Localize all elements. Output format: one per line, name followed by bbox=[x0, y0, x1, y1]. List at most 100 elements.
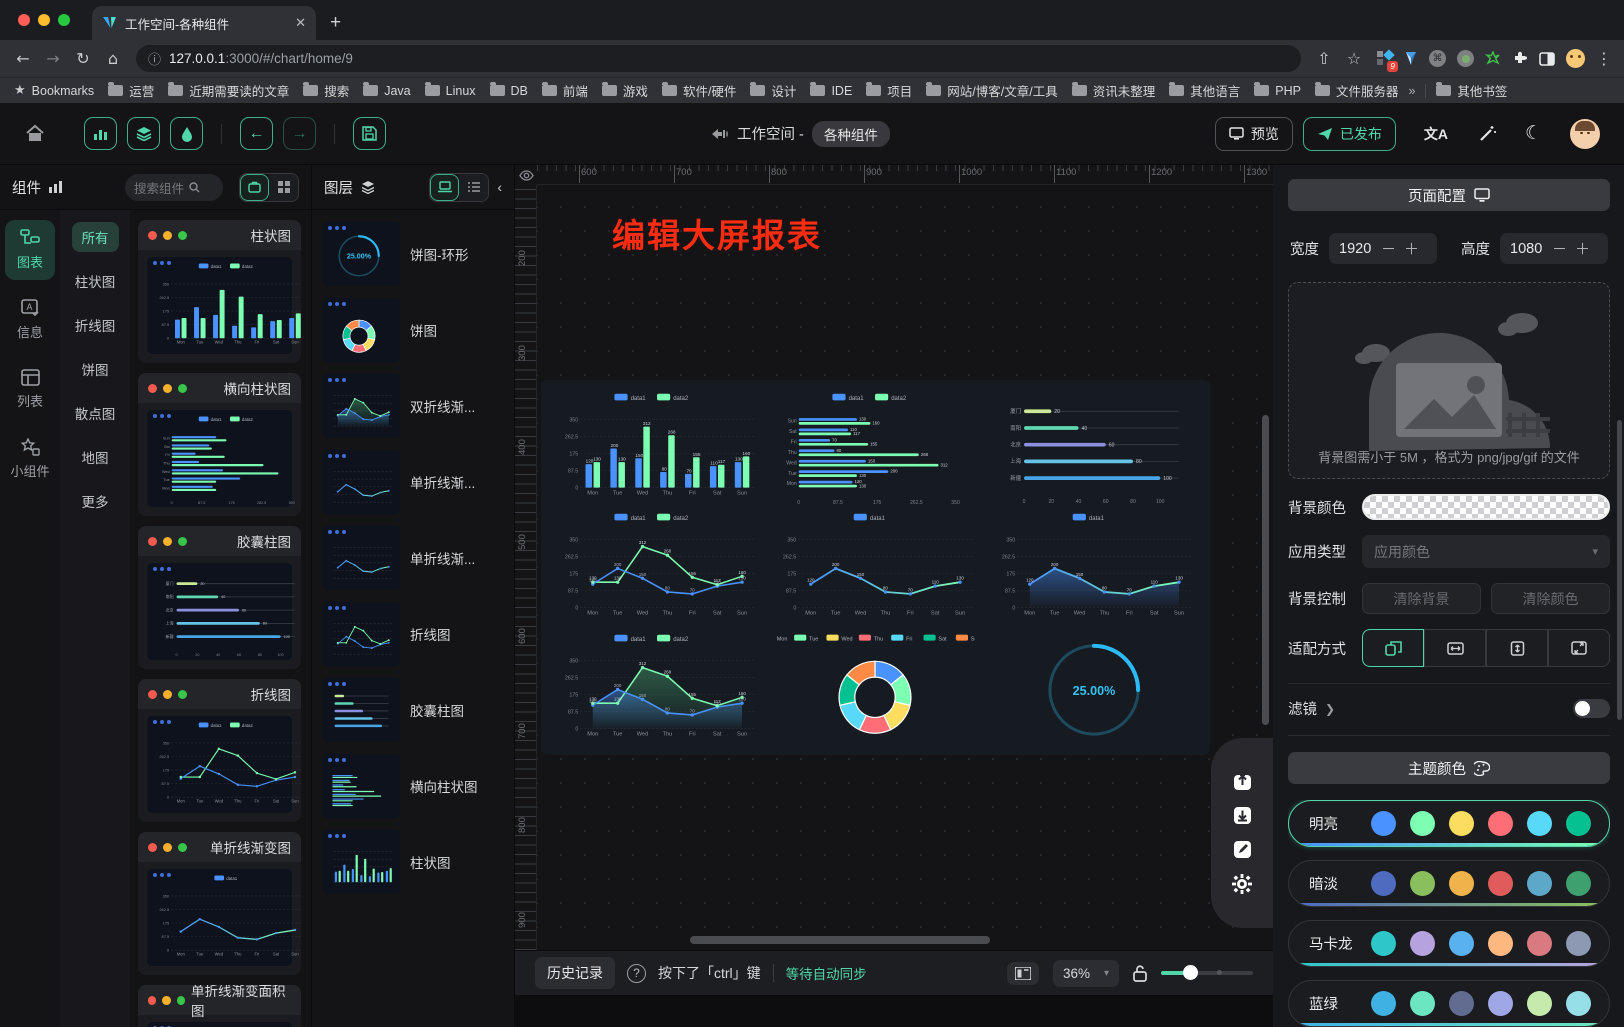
layer-item[interactable]: 饼图 bbox=[322, 298, 504, 362]
minus-plus-icons[interactable]: －＋ bbox=[1381, 238, 1427, 259]
sidebar-extension-icon[interactable] bbox=[1539, 52, 1555, 66]
dashboard-preview[interactable]: 087.5175262.5350MonTueWedThuFriSatSundat… bbox=[541, 380, 1210, 755]
component-search-input[interactable]: 搜索组件 bbox=[125, 174, 223, 201]
window-controls[interactable] bbox=[0, 14, 88, 40]
category-柱状图[interactable]: 柱状图 bbox=[65, 266, 126, 296]
browser-tab[interactable]: 工作空间-各种组件 ✕ bbox=[92, 6, 316, 40]
dashboard-chart-donut[interactable]: MonTueWedThuFriSatSun bbox=[767, 629, 983, 747]
forward-icon[interactable]: → bbox=[40, 49, 66, 68]
dark-mode-moon-icon[interactable]: ☾ bbox=[1525, 122, 1542, 145]
preview-button[interactable]: 预览 bbox=[1215, 117, 1293, 151]
width-stepper[interactable]: 1920－＋ bbox=[1329, 233, 1437, 264]
share-icon[interactable]: ⇧ bbox=[1311, 49, 1337, 68]
list-view-toggle[interactable] bbox=[459, 174, 488, 201]
minimize-window-button[interactable] bbox=[38, 14, 50, 26]
fit-stretch-button[interactable] bbox=[1548, 629, 1610, 667]
background-color-swatch[interactable] bbox=[1362, 494, 1610, 520]
redo-button[interactable]: → bbox=[283, 117, 316, 150]
close-window-button[interactable] bbox=[18, 14, 30, 26]
page-config-header[interactable]: 页面配置 bbox=[1288, 179, 1610, 211]
command-extension-icon[interactable]: ⌘ bbox=[1429, 50, 1446, 67]
user-avatar[interactable] bbox=[1570, 119, 1600, 149]
filter-tool-button[interactable] bbox=[170, 117, 203, 150]
sidebar-nav-列表[interactable]: 列表 bbox=[5, 360, 55, 419]
clear-color-button[interactable]: 清除颜色 bbox=[1491, 583, 1610, 614]
category-折线图[interactable]: 折线图 bbox=[65, 310, 126, 340]
collapse-panel-icon[interactable]: ‹ bbox=[497, 179, 502, 195]
dashboard-chart-line1[interactable]: 087.5175262.5350MonTueWedThuFriSatSundat… bbox=[767, 508, 983, 626]
layer-item[interactable]: 单折线渐... bbox=[322, 526, 504, 590]
extension-icon[interactable]: 9 bbox=[1377, 51, 1393, 67]
bookmarks-root[interactable]: ★Bookmarks bbox=[14, 83, 94, 98]
panel-scrollbar[interactable] bbox=[1617, 420, 1622, 720]
vertical-scrollbar[interactable] bbox=[1262, 415, 1269, 725]
ruler-toggle-eye-icon[interactable] bbox=[515, 165, 537, 185]
component-card[interactable]: 单折线渐变图 087.5175262.5350MonTueWedThuFriSa… bbox=[138, 832, 301, 975]
browser-menu-icon[interactable]: ⋮ bbox=[1596, 49, 1608, 68]
bookmark-item[interactable]: 项目 bbox=[866, 81, 912, 100]
grid-view-toggle[interactable] bbox=[269, 174, 298, 201]
slider-handle[interactable] bbox=[1183, 965, 1198, 980]
minus-plus-icons[interactable]: －＋ bbox=[1552, 238, 1598, 259]
maximize-window-button[interactable] bbox=[58, 14, 70, 26]
dashboard-chart-area1[interactable]: 087.5175262.5350MonTueWedThuFriSatSundat… bbox=[986, 508, 1202, 626]
layer-item[interactable]: 单折线渐... bbox=[322, 450, 504, 514]
layer-item[interactable]: 折线图 bbox=[322, 602, 504, 666]
dashboard-chart-hbar[interactable]: data1data2087.5175262.5350Mon120130Tue20… bbox=[767, 388, 983, 506]
height-stepper[interactable]: 1080－＋ bbox=[1500, 233, 1608, 264]
sidebar-nav-小组件[interactable]: 小组件 bbox=[5, 429, 55, 489]
star-extension-icon[interactable] bbox=[1485, 51, 1501, 67]
bookmark-item[interactable]: IDE bbox=[810, 84, 852, 98]
bookmark-item[interactable]: Java bbox=[363, 84, 410, 98]
new-tab-button[interactable]: + bbox=[316, 12, 355, 40]
home-icon[interactable]: ⌂ bbox=[100, 49, 126, 68]
settings-gear-icon[interactable] bbox=[1231, 873, 1253, 895]
gem-extension-icon[interactable] bbox=[1404, 51, 1418, 66]
reload-icon[interactable]: ↻ bbox=[70, 49, 96, 68]
back-icon[interactable]: ← bbox=[10, 49, 36, 68]
layer-item[interactable]: 横向柱状图 bbox=[322, 754, 504, 818]
bookmark-item[interactable]: 游戏 bbox=[602, 81, 648, 100]
download-icon[interactable] bbox=[1232, 805, 1253, 826]
bookmark-item[interactable]: 其他语言 bbox=[1169, 81, 1240, 100]
bookmark-item[interactable]: 资讯未整理 bbox=[1072, 81, 1156, 100]
bookmark-item[interactable]: 运营 bbox=[108, 81, 154, 100]
theme-row-暗淡[interactable]: 暗淡 bbox=[1288, 860, 1610, 907]
edit-icon[interactable] bbox=[1232, 839, 1253, 860]
layer-item[interactable]: 柱状图 bbox=[322, 830, 504, 894]
bookmark-star-icon[interactable]: ☆ bbox=[1341, 49, 1367, 68]
bookmark-item[interactable]: PHP bbox=[1254, 84, 1301, 98]
filter-toggle[interactable] bbox=[1573, 699, 1610, 718]
fit-width-button[interactable] bbox=[1424, 629, 1486, 667]
help-icon[interactable]: ? bbox=[627, 964, 646, 983]
fit-height-button[interactable] bbox=[1486, 629, 1548, 667]
bookmark-item[interactable]: 近期需要读的文章 bbox=[168, 81, 289, 100]
layer-item[interactable]: 25.00% 饼图-环形 bbox=[322, 222, 504, 286]
thumbnail-view-toggle[interactable] bbox=[430, 174, 459, 201]
bookmark-item[interactable]: Linux bbox=[425, 84, 476, 98]
clear-background-button[interactable]: 清除背景 bbox=[1362, 583, 1481, 614]
sidebar-nav-信息[interactable]: A信息 bbox=[5, 290, 55, 350]
sidebar-nav-图表[interactable]: 图表 bbox=[5, 220, 55, 280]
theme-row-马卡龙[interactable]: 马卡龙 bbox=[1288, 920, 1610, 967]
zoom-slider[interactable] bbox=[1161, 971, 1253, 975]
theme-row-蓝绿[interactable]: 蓝绿 bbox=[1288, 980, 1610, 1027]
other-bookmarks[interactable]: 其他书签 bbox=[1436, 81, 1507, 100]
layer-item[interactable]: 胶囊柱图 bbox=[322, 678, 504, 742]
dashboard-chart-bar[interactable]: 087.5175262.5350MonTueWedThuFriSatSundat… bbox=[549, 388, 765, 506]
history-button[interactable]: 历史记录 bbox=[535, 957, 615, 989]
tab-close-icon[interactable]: ✕ bbox=[295, 15, 306, 31]
component-card[interactable]: 单折线渐变面积图 087.5175262.5350MonTueWedThuFri… bbox=[138, 985, 301, 1027]
bookmark-item[interactable]: 文件服务器 bbox=[1315, 81, 1399, 100]
language-toggle-icon[interactable]: 文A bbox=[1424, 124, 1448, 144]
background-upload-dropzone[interactable]: 背景图需小于 5M ，格式为 png/jpg/gif 的文件 bbox=[1288, 282, 1610, 479]
category-更多[interactable]: 更多 bbox=[72, 486, 119, 516]
fit-auto-button[interactable] bbox=[1362, 629, 1424, 667]
save-button[interactable] bbox=[353, 117, 386, 150]
export-icon[interactable] bbox=[1232, 771, 1253, 792]
profile-avatar[interactable] bbox=[1566, 49, 1585, 68]
puzzle-extension-icon[interactable] bbox=[1512, 51, 1528, 67]
minimap-button[interactable] bbox=[1007, 962, 1039, 985]
component-card[interactable]: 柱状图 087.5175262.5350MonTueWedThuFriSatSu… bbox=[138, 220, 301, 363]
magic-wand-icon[interactable] bbox=[1478, 124, 1497, 143]
